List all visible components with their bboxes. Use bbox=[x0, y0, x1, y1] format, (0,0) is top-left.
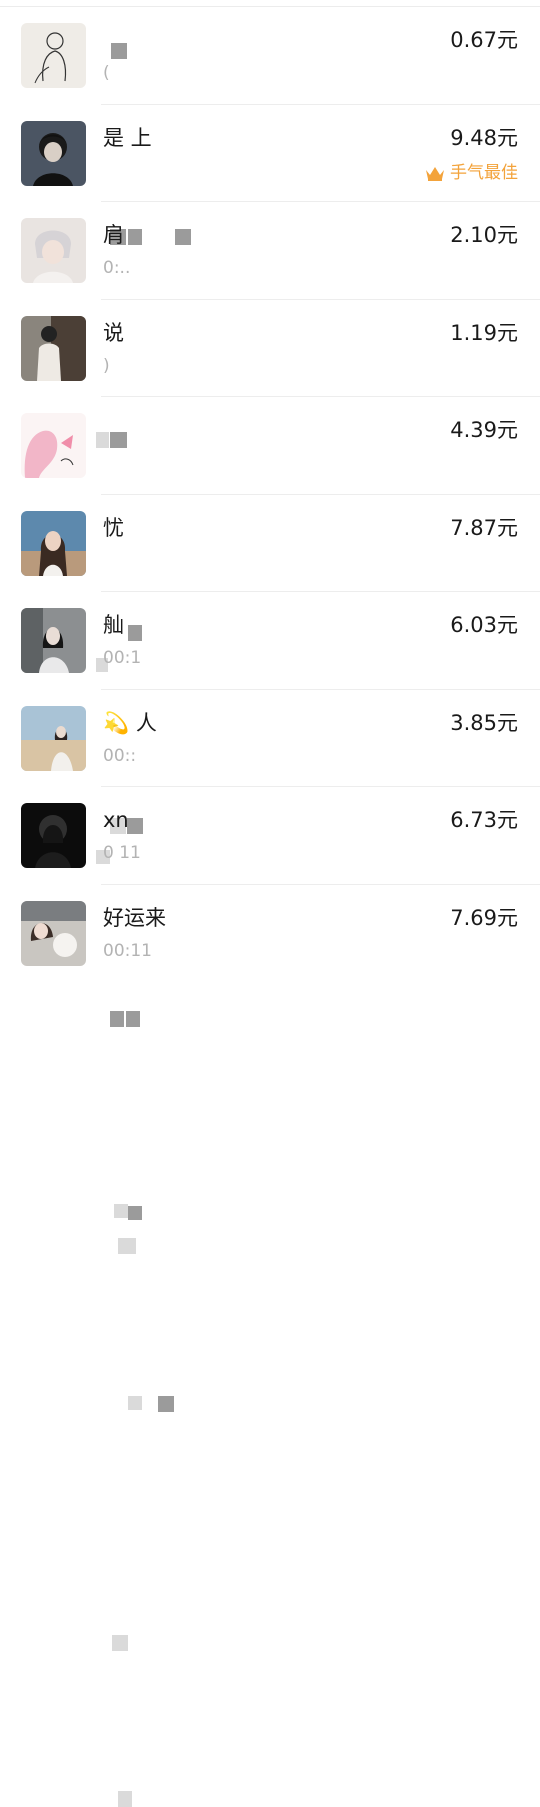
claim-row[interactable]: 肩 0:.. 2.10元 bbox=[0, 202, 540, 448]
redaction-mask bbox=[128, 1206, 142, 1220]
member-name: 好运来 bbox=[103, 905, 166, 930]
claim-amount: 7.87元 bbox=[450, 515, 518, 540]
avatar[interactable] bbox=[21, 510, 86, 576]
member-name: 是 上 bbox=[103, 125, 152, 150]
redaction-mask bbox=[118, 1238, 136, 1254]
claim-row[interactable]: 舢 00:1 6.03元 bbox=[0, 592, 540, 1254]
avatar[interactable] bbox=[21, 900, 86, 966]
best-luck-label: 手气最佳 bbox=[450, 162, 518, 183]
avatar[interactable] bbox=[21, 218, 86, 283]
claim-time: 00:: bbox=[103, 745, 137, 766]
claim-row[interactable]: 4.39元 bbox=[0, 397, 540, 864]
claim-row[interactable]: xn 0 11 6.73元 bbox=[0, 787, 540, 1651]
claim-row[interactable]: 说 ) 1.19元 bbox=[0, 300, 540, 672]
avatar[interactable] bbox=[21, 413, 86, 478]
redaction-mask bbox=[128, 1395, 142, 1410]
claim-amount: 1.19元 bbox=[450, 320, 518, 345]
member-name: 说 bbox=[103, 320, 124, 345]
claim-row[interactable]: 是 上 9.48元 手气最佳 bbox=[0, 105, 540, 245]
redaction-mask bbox=[114, 1204, 128, 1218]
member-name: 肩 bbox=[103, 223, 124, 247]
avatar[interactable] bbox=[21, 315, 86, 381]
claim-amount: 0.67元 bbox=[450, 28, 518, 52]
member-name: 💫 人 bbox=[103, 710, 157, 735]
claim-amount: 3.85元 bbox=[450, 710, 518, 735]
claim-amount: 6.03元 bbox=[450, 613, 518, 637]
member-name: 舢 bbox=[103, 613, 124, 637]
claim-row[interactable]: ( 0.67元 bbox=[0, 7, 540, 105]
claim-row[interactable]: 好运来 00:11 7.69元 bbox=[0, 885, 540, 1807]
claim-time: 00:1 bbox=[103, 648, 142, 668]
member-name: xn bbox=[103, 808, 129, 832]
claim-amount: 4.39元 bbox=[450, 418, 518, 442]
best-luck-badge: 手气最佳 bbox=[424, 162, 518, 184]
avatar[interactable] bbox=[21, 608, 86, 673]
avatar[interactable] bbox=[21, 120, 86, 186]
crown-icon bbox=[426, 166, 444, 181]
redaction-mask bbox=[112, 1635, 128, 1651]
member-name: 忧 bbox=[103, 515, 124, 540]
claim-time: 00:11 bbox=[103, 940, 152, 961]
claim-time: ) bbox=[103, 355, 110, 376]
claim-time: 0 11 bbox=[103, 843, 141, 863]
claim-amount: 2.10元 bbox=[450, 223, 518, 247]
claim-time: 0:.. bbox=[103, 258, 131, 278]
avatar[interactable] bbox=[21, 705, 86, 771]
redaction-mask bbox=[158, 1395, 174, 1412]
avatar[interactable] bbox=[21, 803, 86, 868]
claim-amount: 7.69元 bbox=[450, 905, 518, 930]
redaction-mask bbox=[118, 1790, 132, 1807]
redaction-mask bbox=[110, 1010, 124, 1027]
claim-row[interactable]: 忧 7.87元 bbox=[0, 495, 540, 1027]
redaction-mask bbox=[126, 1010, 140, 1027]
claim-time: ( bbox=[103, 63, 110, 83]
claim-amount: 6.73元 bbox=[450, 808, 518, 832]
avatar[interactable] bbox=[21, 23, 86, 88]
claim-amount: 9.48元 bbox=[450, 125, 518, 150]
claim-row[interactable]: 💫 人 00:: 3.85元 bbox=[0, 690, 540, 1412]
redaction-mask bbox=[111, 43, 127, 59]
red-packet-claim-list: ( 0.67元 是 上 9.48元 手气最佳 肩 0:.. 2.10元 说) … bbox=[0, 7, 540, 1807]
